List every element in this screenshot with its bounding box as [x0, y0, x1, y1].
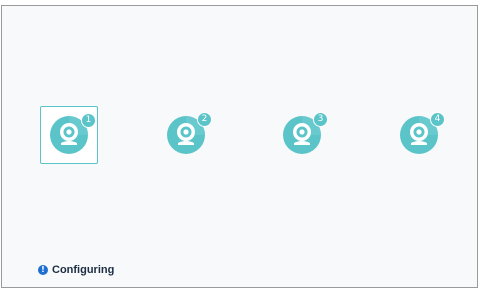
- camera-number-badge: 3: [313, 112, 328, 127]
- camera-3-button[interactable]: 3: [273, 106, 331, 164]
- status-text: Configuring: [52, 264, 115, 276]
- camera-panel: 1 2 3 4: [1, 5, 478, 288]
- camera-1-button[interactable]: 1: [40, 106, 98, 164]
- info-icon: !: [38, 265, 48, 275]
- camera-number-badge: 2: [197, 112, 212, 127]
- camera-4-button[interactable]: 4: [390, 106, 448, 164]
- status-message: ! Configuring: [38, 264, 114, 276]
- camera-number-badge: 1: [81, 113, 96, 128]
- camera-number-badge: 4: [430, 112, 445, 127]
- camera-2-button[interactable]: 2: [157, 106, 215, 164]
